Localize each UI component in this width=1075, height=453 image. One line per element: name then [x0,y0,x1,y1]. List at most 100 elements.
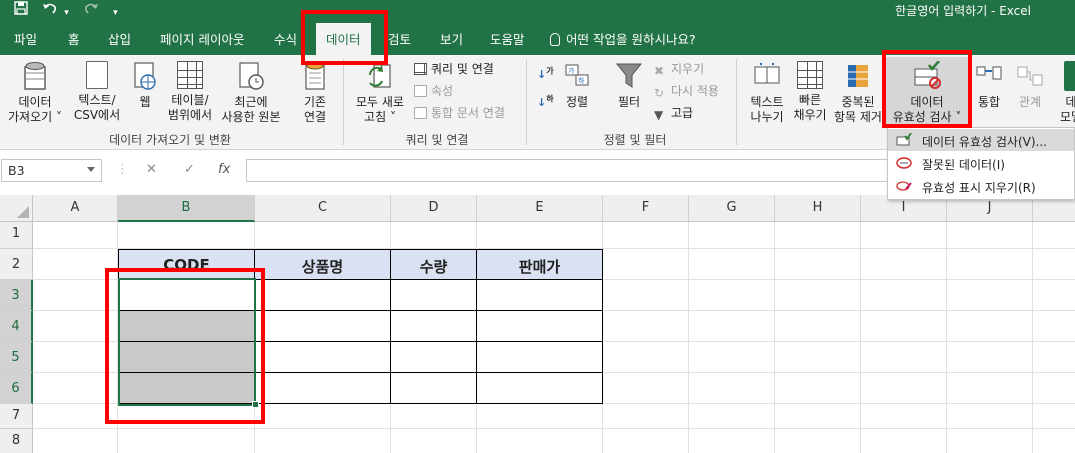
column-header-g[interactable]: G [689,195,775,222]
queries-connections-button[interactable]: 쿼리 및 연결 [414,60,494,77]
edit-links-icon [414,107,427,119]
flash-fill-button[interactable]: 빠른 채우기 [790,61,830,123]
existing-connections-button[interactable]: 기존 연결 [294,61,336,125]
relationships-icon [1016,61,1044,91]
table-icon [177,61,203,89]
undo-icon[interactable] [42,1,58,19]
tell-me-search[interactable]: 어떤 작업을 원하시나요? [550,29,696,48]
row-header-6[interactable]: 6 [0,373,33,404]
tab-view[interactable]: 보기 [440,29,463,48]
cancel-icon[interactable]: ✕ [146,162,157,177]
refresh-icon [366,61,394,91]
cell-b4[interactable] [118,311,255,342]
group-separator [343,59,344,145]
column-header-b[interactable]: B [118,195,255,222]
properties-icon [414,85,427,97]
cell-b3[interactable] [118,280,255,311]
cell-d5[interactable] [391,342,477,373]
cell-b5[interactable] [118,342,255,373]
text-to-columns-icon [753,61,781,91]
data-validation-button[interactable]: 데이터 유효성 검사 ˅ [886,57,968,127]
row-header-1[interactable]: 1 [0,222,33,249]
advanced-filter-button[interactable]: ▼ 고급 [654,104,693,122]
column-header-h[interactable]: H [775,195,861,222]
header-cell-price[interactable]: 판매가 [477,249,603,280]
sort-desc-button[interactable]: ↓하 [537,93,554,109]
refresh-all-button[interactable]: 모두 새로 고침 ˅ [350,61,410,125]
group-separator [526,59,527,145]
cell-e4[interactable] [477,311,603,342]
fill-handle[interactable] [252,401,259,408]
enter-icon[interactable]: ✓ [184,162,195,177]
sort-ascending-icon: ↓가 [537,66,554,81]
column-header-e[interactable]: E [477,195,603,222]
chevron-down-icon[interactable] [87,167,95,172]
tab-data[interactable]: 데이터 [316,23,371,55]
header-cell-quantity[interactable]: 수량 [391,249,477,280]
select-all-button[interactable] [0,195,33,222]
header-cell-code[interactable]: CODE [118,249,255,280]
column-header-a[interactable]: A [33,195,118,222]
cell-c6[interactable] [255,373,391,404]
tab-file[interactable]: 파일 [14,29,37,48]
row-header-5[interactable]: 5 [0,342,33,373]
data-validation-menu: 데이터 유효성 검사(V)... 잘못된 데이터(I) 유효성 표시 지우기(R… [887,127,1075,200]
column-header-c[interactable]: C [255,195,391,222]
filter-button[interactable]: 필터 [612,61,646,110]
title-bar: ▾ ▾ 한글영어 입력하기 - Excel [0,0,1075,20]
cell-d6[interactable] [391,373,477,404]
from-web-button[interactable]: 웹 [128,61,162,110]
row-header-4[interactable]: 4 [0,311,33,342]
data-model-button[interactable]: 데 모델 [1056,61,1075,125]
column-header-d[interactable]: D [391,195,477,222]
row-header-8[interactable]: 8 [0,429,33,453]
recent-sources-button[interactable]: 최근에 사용한 원본 [218,61,284,125]
group-label-sort-filter: 정렬 및 필터 [603,133,667,147]
column-header-f[interactable]: F [603,195,689,222]
tab-review[interactable]: 검토 [388,29,411,48]
tab-insert[interactable]: 삽입 [108,29,131,48]
menu-data-validation[interactable]: 데이터 유효성 검사(V)... [888,129,1074,151]
sort-asc-button[interactable]: ↓가 [537,65,554,81]
tab-help[interactable]: 도움말 [490,29,525,48]
remove-duplicates-icon [844,61,872,91]
cell-e3[interactable] [477,280,603,311]
tab-home[interactable]: 홈 [68,29,80,48]
name-box[interactable]: B3 [1,159,102,182]
cell-d4[interactable] [391,311,477,342]
customize-qat-icon[interactable]: ▾ [113,8,118,18]
insert-function-icon[interactable]: fx [218,162,230,177]
cell-e5[interactable] [477,342,603,373]
sort-button[interactable]: 가하 정렬 [560,61,594,110]
flash-fill-icon [797,61,823,89]
menu-circle-invalid-data[interactable]: 잘못된 데이터(I) [888,152,1074,174]
gridline [688,222,689,453]
tab-formulas[interactable]: 수식 [274,29,297,48]
cell-d3[interactable] [391,280,477,311]
svg-text:하: 하 [578,76,585,85]
text-to-columns-button[interactable]: 텍스트 나누기 [744,61,790,125]
cell-e6[interactable] [477,373,603,404]
get-data-button[interactable]: 데이터 가져오기 ˅ [4,61,66,125]
save-icon[interactable] [14,1,28,19]
cell-c5[interactable] [255,342,391,373]
reapply-icon: ↻ [654,86,665,100]
database-icon [21,61,49,91]
cell-c4[interactable] [255,311,391,342]
consolidate-button[interactable]: 통합 [972,61,1006,110]
text-csv-button[interactable]: 텍스트/ CSV에서 [70,61,124,123]
row-header-7[interactable]: 7 [0,404,33,429]
undo-dropdown-icon[interactable]: ▾ [64,8,69,18]
properties-button: 속성 [414,82,453,99]
row-header-2[interactable]: 2 [0,249,33,280]
cell-b6[interactable] [118,373,255,404]
data-validation-icon [896,132,912,147]
tab-page-layout[interactable]: 페이지 레이아웃 [160,29,244,48]
header-cell-product[interactable]: 상품명 [255,249,391,280]
cell-c3[interactable] [255,280,391,311]
remove-duplicates-button[interactable]: 중복된 항목 제거 [830,61,886,125]
reapply-button: ↻ 다시 적용 [654,84,719,100]
row-header-3[interactable]: 3 [0,280,33,311]
from-table-button[interactable]: 테이블/ 범위에서 [164,61,216,123]
menu-clear-validation-circles[interactable]: 유효성 표시 지우기(R) [888,175,1074,197]
